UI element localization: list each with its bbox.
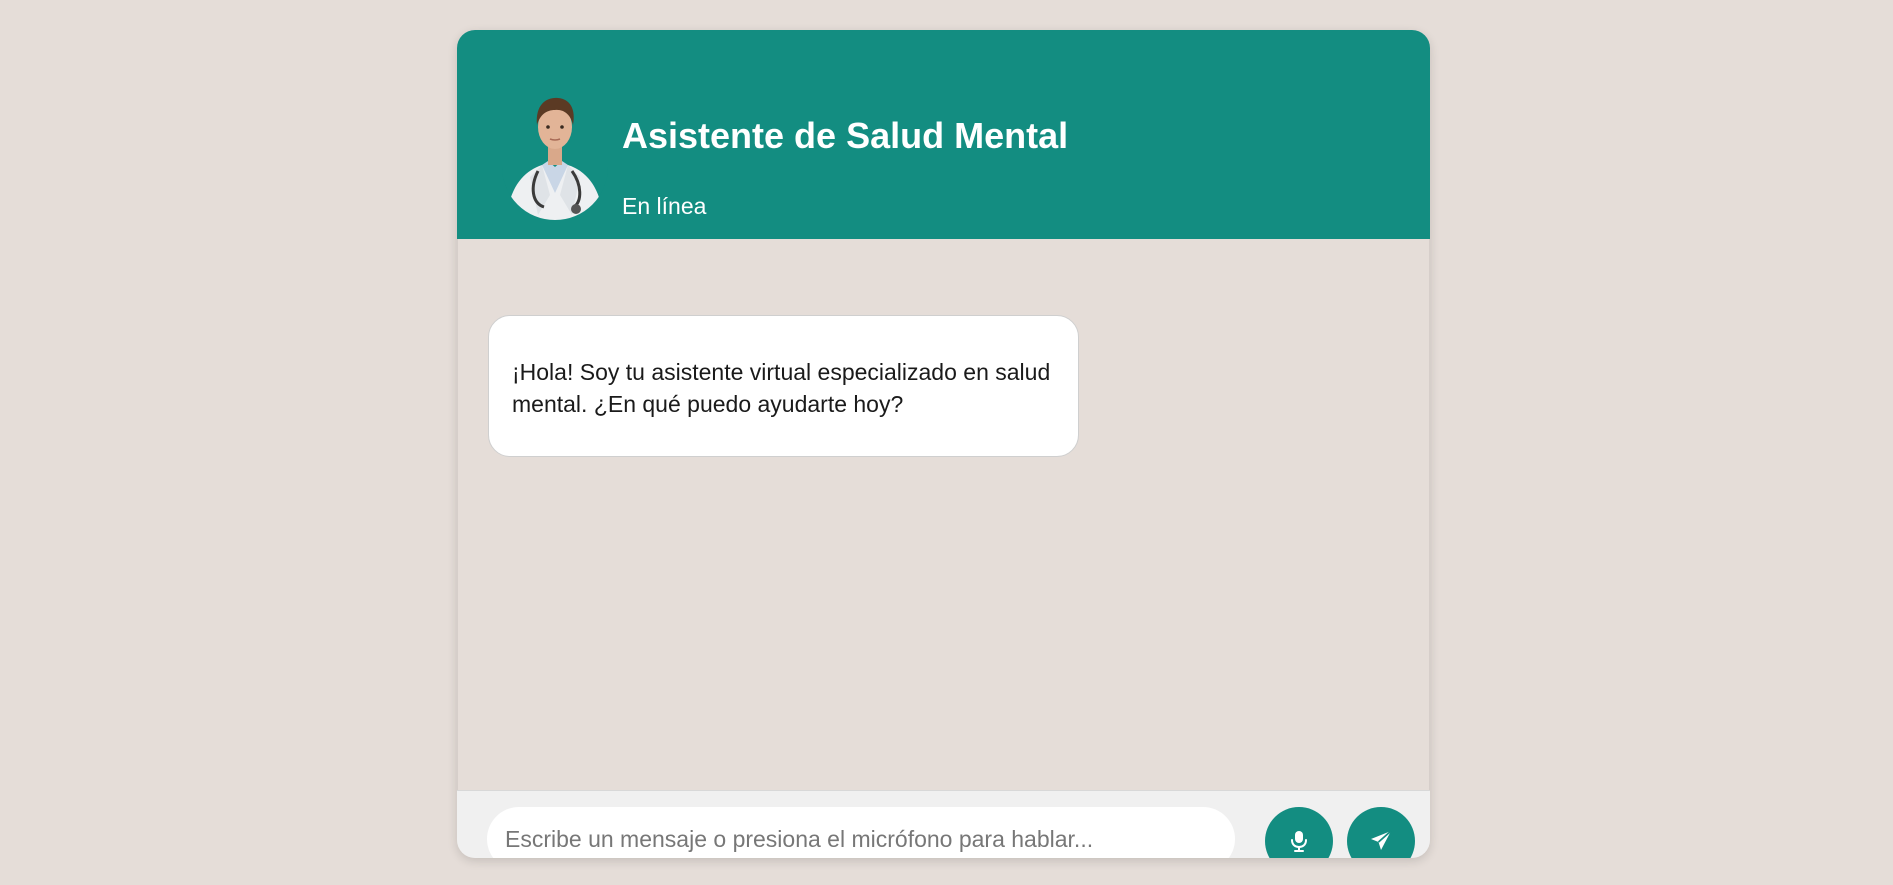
send-button[interactable] xyxy=(1347,807,1415,858)
bot-message-bubble: ¡Hola! Soy tu asistente virtual especial… xyxy=(488,315,1079,457)
chat-header: Asistente de Salud Mental En línea xyxy=(457,30,1430,239)
chat-window: Asistente de Salud Mental En línea ¡Hola… xyxy=(457,30,1430,858)
send-icon xyxy=(1369,829,1393,853)
microphone-button[interactable] xyxy=(1265,807,1333,858)
message-input[interactable] xyxy=(487,807,1235,858)
chat-title: Asistente de Salud Mental xyxy=(622,115,1069,156)
input-bar xyxy=(457,790,1430,858)
messages-area[interactable]: ¡Hola! Soy tu asistente virtual especial… xyxy=(457,239,1430,790)
online-status: En línea xyxy=(622,193,707,219)
doctor-avatar xyxy=(502,75,608,225)
microphone-icon xyxy=(1289,830,1309,852)
